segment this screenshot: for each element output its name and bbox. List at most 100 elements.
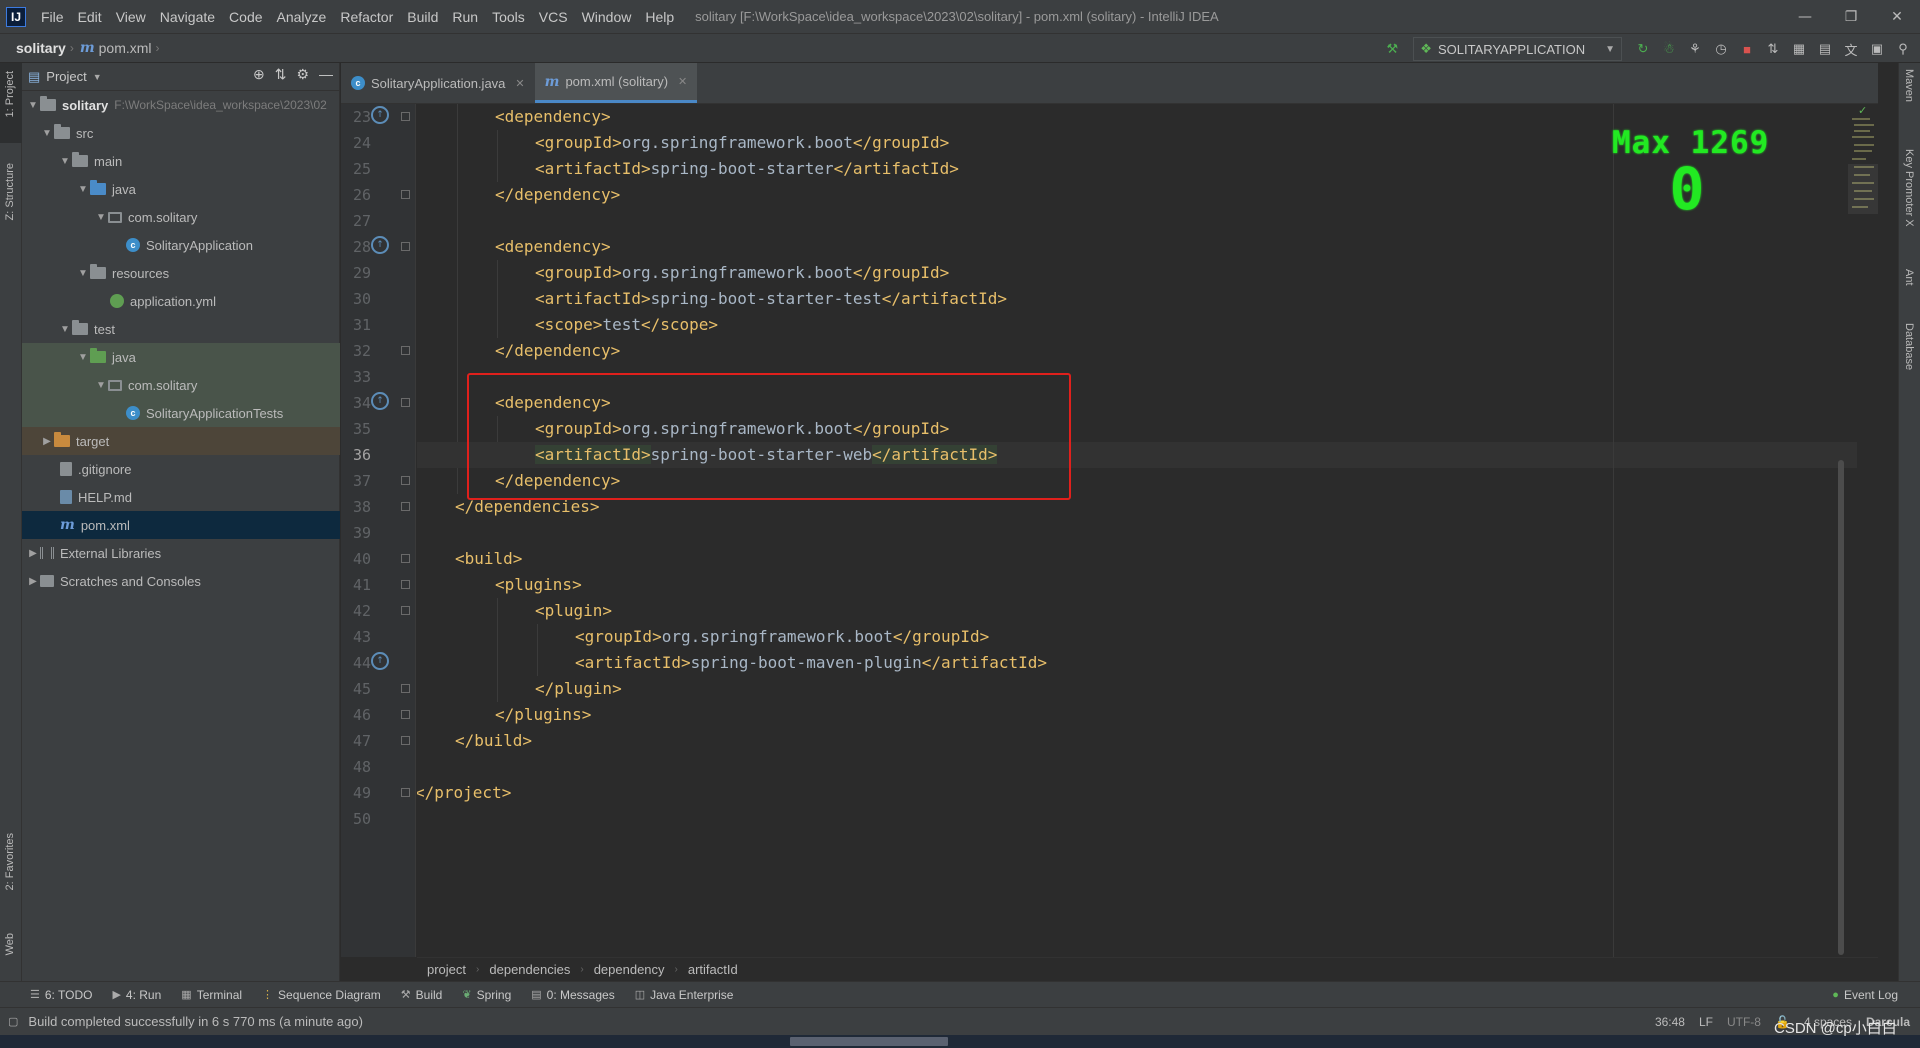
hide-icon[interactable]: — [319, 66, 333, 83]
fold-marker-icon[interactable] [401, 242, 410, 251]
tree-item-yml[interactable]: application.yml [22, 287, 340, 315]
tree-item-resources[interactable]: ▼ resources [22, 259, 340, 287]
search-icon[interactable]: ⚲ [1892, 38, 1914, 60]
fold-marker-icon[interactable] [401, 736, 410, 745]
tab-pom-xml[interactable]: m pom.xml (solitary) ✕ [534, 63, 698, 103]
tree-item-pom[interactable]: m pom.xml [22, 511, 340, 539]
debug-icon[interactable]: ☃ [1658, 38, 1680, 60]
event-log-tool-button[interactable]: ● Event Log [1822, 988, 1908, 1002]
fold-marker-icon[interactable] [401, 788, 410, 797]
code-minimap[interactable]: ✓ [1848, 104, 1878, 254]
profile-icon[interactable]: ◷ [1710, 38, 1732, 60]
tree-item-test-package[interactable]: ▼ com.solitary [22, 371, 340, 399]
menu-run[interactable]: Run [445, 9, 485, 25]
minimize-icon[interactable]: — [1782, 0, 1828, 33]
file-encoding[interactable]: UTF-8 [1727, 1015, 1761, 1029]
fold-marker-icon[interactable] [401, 554, 410, 563]
tree-item-test-java[interactable]: ▼ java [22, 343, 340, 371]
fold-marker-icon[interactable] [401, 502, 410, 511]
run-tool-button[interactable]: ▶ 4: Run [102, 988, 171, 1002]
todo-tool-button[interactable]: ☰ 6: TODO [20, 988, 102, 1002]
tree-item-main[interactable]: ▼ main [22, 147, 340, 175]
rerun-icon[interactable]: ↻ [1632, 38, 1654, 60]
maven-dependency-icon[interactable]: ↑ [371, 392, 389, 410]
tree-item-help[interactable]: HELP.md [22, 483, 340, 511]
chevron-down-icon[interactable]: ▼ [93, 72, 102, 82]
fold-marker-icon[interactable] [401, 398, 410, 407]
fold-marker-icon[interactable] [401, 112, 410, 121]
tree-item-gitignore[interactable]: .gitignore [22, 455, 340, 483]
tree-item-src[interactable]: ▼ src [22, 119, 340, 147]
fold-marker-icon[interactable] [401, 476, 410, 485]
locate-icon[interactable]: ⊕ [253, 66, 265, 83]
web-tool-button[interactable]: Web [4, 933, 16, 955]
translate-icon[interactable]: 文 [1840, 38, 1862, 60]
key-promoter-tool-button[interactable]: Key Promoter X [1903, 149, 1915, 227]
tab-solitary-application[interactable]: c SolitaryApplication.java ✕ [341, 63, 535, 103]
terminal-tool-button[interactable]: ▦ Terminal [171, 988, 252, 1002]
menu-file[interactable]: File [34, 9, 71, 25]
tree-item-java[interactable]: ▼ java [22, 175, 340, 203]
maven-dependency-icon[interactable]: ↑ [371, 106, 389, 124]
structure-tool-button[interactable]: Z: Structure [4, 163, 16, 220]
tree-item-scratches[interactable]: ▶ Scratches and Consoles [22, 567, 340, 595]
fold-marker-icon[interactable] [401, 606, 410, 615]
build-tool-button[interactable]: ⚒ Build [391, 988, 453, 1002]
status-panel-icon[interactable]: ▢ [8, 1015, 18, 1028]
stop-icon[interactable]: ■ [1736, 38, 1758, 60]
code-editor[interactable]: <dependency> <groupId>org.springframewor… [417, 104, 1878, 957]
editor-scrollbar[interactable] [1838, 460, 1844, 955]
build-hammer-icon[interactable]: ⚒ [1381, 38, 1403, 60]
fold-marker-icon[interactable] [401, 346, 410, 355]
caret-position[interactable]: 36:48 [1655, 1015, 1685, 1029]
project-panel-title[interactable]: Project [46, 69, 86, 84]
close-tab-icon[interactable]: ✕ [515, 77, 524, 90]
sdk-icon[interactable]: ▤ [1814, 38, 1836, 60]
breadcrumb-item[interactable]: artifactId [678, 962, 748, 977]
tree-item-test-class[interactable]: c SolitaryApplicationTests [22, 399, 340, 427]
menu-navigate[interactable]: Navigate [153, 9, 222, 25]
spring-tool-button[interactable]: ❦ Spring [452, 988, 521, 1002]
fold-marker-icon[interactable] [401, 190, 410, 199]
maven-dependency-icon[interactable]: ↑ [371, 236, 389, 254]
database-tool-button[interactable]: Database [1903, 323, 1915, 370]
favorites-tool-button[interactable]: 2: Favorites [4, 833, 16, 890]
breadcrumb-item[interactable]: dependency [584, 962, 675, 977]
menu-view[interactable]: View [109, 9, 153, 25]
presentation-icon[interactable]: ▣ [1866, 38, 1888, 60]
close-tab-icon[interactable]: ✕ [678, 75, 687, 88]
breadcrumb-project[interactable]: solitary [12, 40, 70, 56]
line-separator[interactable]: LF [1699, 1015, 1713, 1029]
tree-item-target[interactable]: ▶ target [22, 427, 340, 455]
sequence-diagram-tool-button[interactable]: ⋮ Sequence Diagram [252, 988, 391, 1002]
menu-code[interactable]: Code [222, 9, 269, 25]
menu-analyze[interactable]: Analyze [270, 9, 334, 25]
taskbar-app-indicator[interactable] [790, 1037, 948, 1046]
vcs-icon[interactable]: ⇅ [1762, 38, 1784, 60]
menu-build[interactable]: Build [400, 9, 445, 25]
collapse-all-icon[interactable]: ⇅ [275, 66, 287, 83]
fold-marker-icon[interactable] [401, 580, 410, 589]
menu-edit[interactable]: Edit [71, 9, 109, 25]
menu-window[interactable]: Window [575, 9, 639, 25]
breadcrumb-item[interactable]: dependencies [479, 962, 580, 977]
menu-refactor[interactable]: Refactor [333, 9, 400, 25]
maven-tool-button[interactable]: Maven [1903, 69, 1915, 102]
java-enterprise-tool-button[interactable]: ◫ Java Enterprise [625, 988, 744, 1002]
tree-item-libraries[interactable]: ▶ External Libraries [22, 539, 340, 567]
run-config-select[interactable]: ❖ SOLITARYAPPLICATION ▼ [1413, 37, 1622, 61]
maven-dependency-icon[interactable]: ↑ [371, 652, 389, 670]
messages-tool-button[interactable]: ▤ 0: Messages [521, 988, 624, 1002]
restore-icon[interactable]: ❐ [1828, 0, 1874, 33]
tree-item-package[interactable]: ▼ com.solitary [22, 203, 340, 231]
coverage-icon[interactable]: ⚘ [1684, 38, 1706, 60]
tree-item-class[interactable]: c SolitaryApplication [22, 231, 340, 259]
breadcrumb-file[interactable]: pom.xml [95, 40, 156, 56]
project-structure-icon[interactable]: ▦ [1788, 38, 1810, 60]
breadcrumb-item[interactable]: project [417, 962, 476, 977]
project-tool-button[interactable]: 1: Project [4, 71, 16, 117]
ant-tool-button[interactable]: Ant [1903, 269, 1915, 286]
menu-help[interactable]: Help [638, 9, 681, 25]
fold-marker-icon[interactable] [401, 710, 410, 719]
status-message[interactable]: Build completed successfully in 6 s 770 … [28, 1014, 363, 1029]
